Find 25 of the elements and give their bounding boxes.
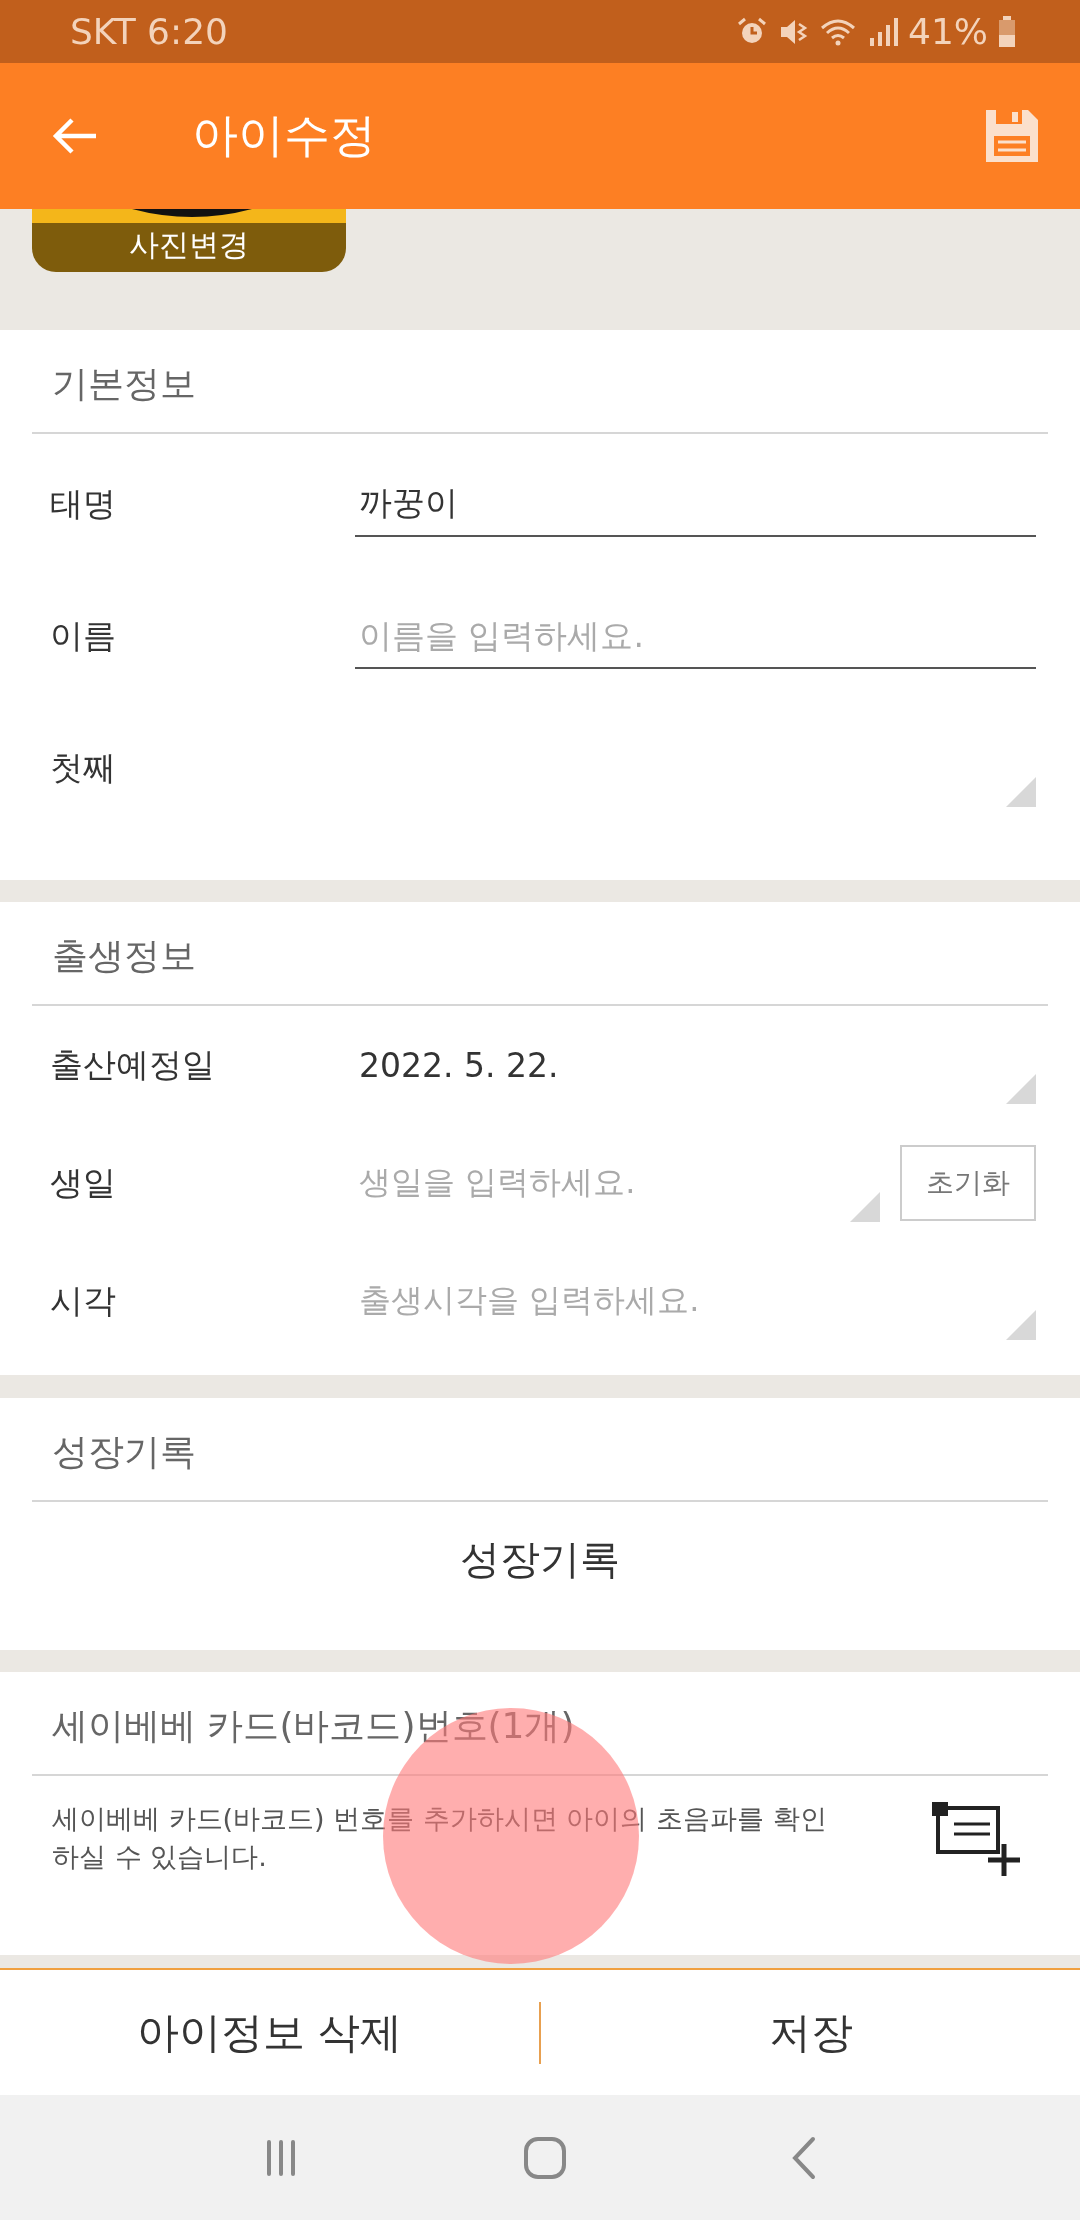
field-label: 시각	[50, 1279, 117, 1322]
back-arrow-icon[interactable]	[52, 116, 98, 156]
dropdown-corner-icon	[1006, 1074, 1036, 1104]
dropdown-select[interactable]: 첫째	[50, 723, 1036, 813]
home-icon[interactable]	[522, 2134, 568, 2181]
reset-button[interactable]: 초기화	[900, 1145, 1036, 1221]
dropdown-select[interactable]: 2022. 5. 22.	[355, 1020, 1036, 1110]
dropdown-corner-icon	[1006, 777, 1036, 807]
section-title: 출생정보	[32, 902, 1048, 1006]
field-label: 태명	[50, 482, 117, 525]
save-icon[interactable]	[984, 108, 1040, 164]
status-time: SKT 6:20	[70, 11, 228, 52]
card-description: 세이베베 카드(바코드) 번호를 추가하시면 아이의 초음파를 확인하실 수 있습니다.	[52, 1802, 828, 1874]
signal-icon	[868, 15, 898, 48]
field-label: 이름	[50, 614, 117, 657]
battery-percent: 41%	[908, 11, 988, 52]
section-title: 세이베베 카드(바코드)번호(1개)	[32, 1672, 1048, 1776]
section-title: 기본정보	[32, 330, 1048, 434]
field-label: 생일	[50, 1161, 117, 1204]
battery-icon	[998, 15, 1016, 48]
screen-title: 아이수정	[192, 107, 377, 164]
field-label: 출산예정일	[50, 1043, 216, 1086]
dropdown-corner-icon	[850, 1192, 880, 1222]
dropdown-corner-icon	[1006, 1310, 1036, 1340]
change-photo-button[interactable]: 사진변경	[32, 209, 346, 272]
